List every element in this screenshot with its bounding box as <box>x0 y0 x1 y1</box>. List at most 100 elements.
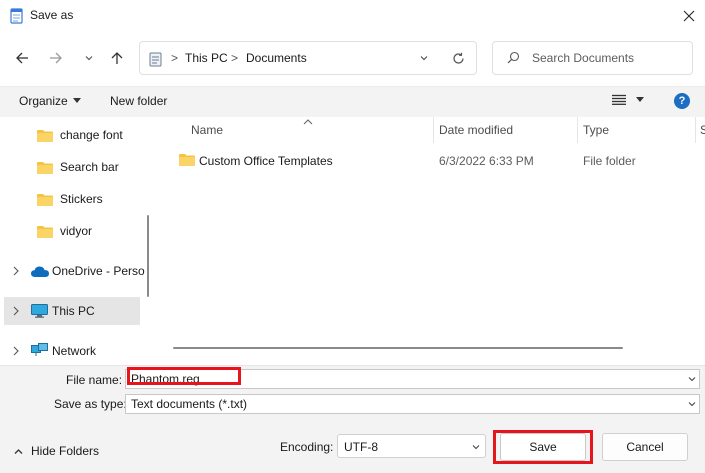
sidebar-item-this-pc[interactable]: This PC <box>4 297 140 325</box>
sidebar-item-label: Network <box>52 344 97 358</box>
refresh-button[interactable] <box>450 50 466 66</box>
recent-locations-button[interactable] <box>78 47 100 69</box>
column-header-name[interactable]: Name <box>191 123 223 137</box>
search-icon <box>507 51 520 67</box>
sidebar-item-label: OneDrive - Perso <box>52 264 145 278</box>
help-button[interactable]: ? <box>674 93 690 109</box>
window-title: Save as <box>30 8 74 22</box>
sidebar-item-onedrive[interactable]: OneDrive - Perso <box>4 257 145 285</box>
sort-ascending-icon <box>303 115 313 129</box>
chevron-down-icon <box>85 56 93 61</box>
column-header-size[interactable]: S <box>700 123 705 137</box>
file-type: File folder <box>583 154 636 168</box>
column-divider[interactable] <box>433 117 434 143</box>
folder-icon <box>37 161 53 177</box>
hide-folders-button[interactable]: Hide Folders <box>14 444 99 458</box>
chevron-right-icon[interactable] <box>11 345 21 357</box>
file-row[interactable]: Custom Office Templates 6/3/2022 6:33 PM… <box>160 149 705 173</box>
folder-icon <box>37 225 53 241</box>
encoding-label: Encoding: <box>280 440 334 454</box>
sidebar-item-network[interactable]: Network <box>4 337 140 365</box>
column-header-date-modified[interactable]: Date modified <box>439 123 513 137</box>
breadcrumb-this-pc[interactable]: This PC <box>185 51 228 65</box>
file-name-label: File name: <box>66 373 123 387</box>
cancel-button-label: Cancel <box>626 440 664 454</box>
caret-down-icon <box>636 96 644 102</box>
organize-label: Organize <box>19 94 68 108</box>
sidebar-item-stickers[interactable]: Stickers <box>4 185 140 213</box>
file-name-dropdown[interactable] <box>685 372 699 386</box>
save-as-type-dropdown[interactable] <box>685 397 699 411</box>
chevron-down-icon <box>688 402 696 407</box>
sidebar-item-label: vidyor <box>60 224 93 238</box>
monitor-icon <box>31 304 48 321</box>
sidebar-item-search-bar[interactable]: Search bar <box>4 153 140 181</box>
forward-button[interactable] <box>45 47 67 69</box>
cloud-icon <box>31 266 49 280</box>
sidebar-item-vidyor[interactable]: vidyor <box>4 217 140 245</box>
close-button[interactable] <box>672 0 705 32</box>
save-as-type-value: Text documents (*.txt) <box>131 397 248 411</box>
network-icon <box>31 343 48 360</box>
folder-icon <box>37 193 53 209</box>
file-list: Name Date modified Type S Custom Office … <box>160 117 705 365</box>
notepad-icon <box>10 7 23 24</box>
file-date-modified: 6/3/2022 6:33 PM <box>439 154 534 168</box>
breadcrumb-separator: > <box>231 51 239 65</box>
chevron-down-icon <box>472 445 480 450</box>
file-name-input[interactable]: Phantom.reg <box>125 369 700 389</box>
chevron-right-icon[interactable] <box>11 265 21 277</box>
sidebar-item-label: Stickers <box>60 192 103 206</box>
address-dropdown-button[interactable] <box>416 50 432 66</box>
sidebar-item-label: change font <box>60 128 123 142</box>
column-divider[interactable] <box>695 117 696 143</box>
chevron-right-icon[interactable] <box>11 305 21 317</box>
encoding-value: UTF-8 <box>344 440 378 454</box>
breadcrumb-separator: > <box>171 51 179 65</box>
horizontal-scrollbar[interactable] <box>173 347 623 349</box>
arrow-up-icon <box>111 52 123 64</box>
save-button[interactable]: Save <box>500 433 586 461</box>
cancel-button[interactable]: Cancel <box>602 433 688 461</box>
search-input[interactable]: Search Documents <box>492 41 693 75</box>
save-as-type-select[interactable]: Text documents (*.txt) <box>125 394 700 414</box>
sidebar-item-label: This PC <box>52 304 95 318</box>
file-name: Custom Office Templates <box>199 154 333 168</box>
hide-folders-label: Hide Folders <box>31 444 100 458</box>
chevron-up-icon <box>14 448 23 454</box>
help-icon: ? <box>678 95 686 107</box>
arrow-left-icon <box>16 52 28 64</box>
encoding-dropdown[interactable] <box>469 440 483 454</box>
sidebar-item-label: Search bar <box>60 160 119 174</box>
save-as-type-label: Save as type: <box>54 397 127 411</box>
chevron-down-icon <box>420 56 428 61</box>
address-bar[interactable]: > This PC > Documents <box>139 41 477 75</box>
list-view-icon <box>612 94 626 105</box>
search-placeholder: Search Documents <box>532 51 635 65</box>
title-bar: Save as <box>0 0 705 32</box>
navigation-pane: change font Search bar Stickers vidyor O… <box>0 117 160 365</box>
file-name-value: Phantom.reg <box>131 372 200 386</box>
sidebar-item-change-font[interactable]: change font <box>4 121 140 149</box>
folder-icon <box>179 153 195 169</box>
command-bar: Organize New folder ? <box>0 86 705 117</box>
arrow-right-icon <box>50 52 62 64</box>
save-button-label: Save <box>529 440 557 454</box>
up-button[interactable] <box>106 47 128 69</box>
breadcrumb-documents[interactable]: Documents <box>246 51 307 65</box>
column-divider[interactable] <box>577 117 578 143</box>
chevron-down-icon <box>688 377 696 382</box>
column-header-type[interactable]: Type <box>583 123 609 137</box>
folder-icon <box>37 129 53 145</box>
back-button[interactable] <box>11 47 33 69</box>
sidebar-scrollbar[interactable] <box>147 215 149 297</box>
encoding-select[interactable]: UTF-8 <box>337 434 486 458</box>
caret-down-icon <box>72 98 81 103</box>
close-icon <box>683 10 694 22</box>
document-location-icon <box>149 52 162 70</box>
organize-button[interactable]: Organize <box>19 94 81 108</box>
refresh-icon <box>452 52 464 64</box>
save-form: File name: Phantom.reg Save as type: Tex… <box>0 365 705 473</box>
view-options-button[interactable] <box>612 94 644 105</box>
new-folder-button[interactable]: New folder <box>110 94 167 108</box>
